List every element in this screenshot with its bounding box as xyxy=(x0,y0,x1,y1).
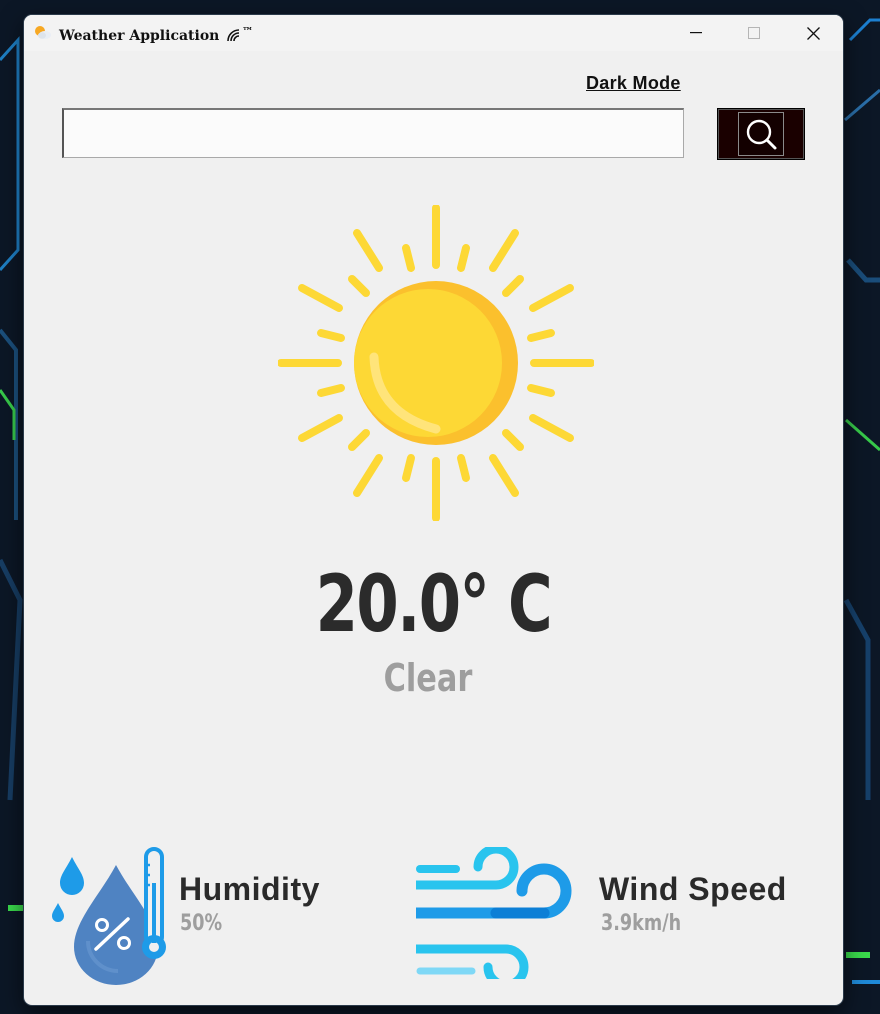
maximize-icon xyxy=(748,27,760,39)
close-icon xyxy=(806,26,820,40)
humidity-icon xyxy=(52,847,166,985)
dark-mode-toggle[interactable]: Dark Mode xyxy=(586,73,681,94)
city-search-input[interactable] xyxy=(62,108,684,158)
humidity-label: Humidity xyxy=(179,871,320,907)
weather-condition: Clear xyxy=(383,656,473,700)
search-button-frame xyxy=(738,112,784,156)
minimize-button[interactable] xyxy=(667,15,725,51)
title-bar: Weather Application ™ xyxy=(24,15,843,51)
minimize-icon xyxy=(690,32,702,34)
close-button[interactable] xyxy=(784,15,842,51)
signal-arcs-icon xyxy=(227,29,240,42)
humidity-value: 50% xyxy=(180,911,223,936)
search-button[interactable] xyxy=(717,108,805,160)
wind-icon xyxy=(416,847,572,979)
sun-icon xyxy=(278,205,594,521)
window-title: Weather Application ™ xyxy=(59,25,253,44)
partly-cloudy-icon xyxy=(35,26,51,39)
weather-app-window: Weather Application ™ Dark Mode 20.0° C … xyxy=(24,15,843,1005)
search-icon xyxy=(746,119,777,150)
temperature-readout: 20.0° C xyxy=(315,560,553,650)
wind-speed-label: Wind Speed xyxy=(599,871,787,907)
wind-speed-value: 3.9km/h xyxy=(601,911,682,936)
window-title-label: Weather Application xyxy=(59,28,220,44)
trademark-mark: ™ xyxy=(242,25,254,38)
maximize-button[interactable] xyxy=(725,15,783,51)
